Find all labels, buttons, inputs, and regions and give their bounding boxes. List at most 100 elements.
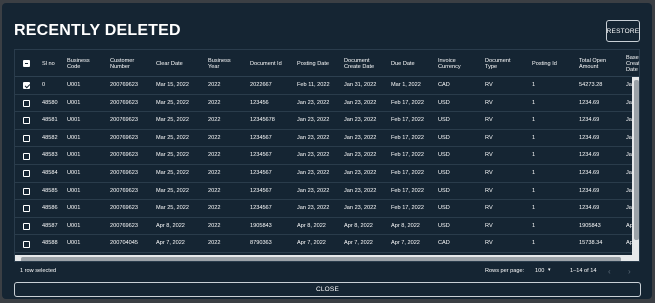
vertical-scrollbar[interactable] — [632, 77, 639, 261]
cell-document-id: 1234567 — [250, 134, 272, 141]
table-row[interactable]: 48588 U001 200704045 Apr 7, 2022 2022 8790363… — [15, 235, 639, 253]
horizontal-scrollbar[interactable] — [15, 255, 632, 261]
cell-customer-number: 200769623 — [110, 99, 138, 106]
cell-business-code: U001 — [67, 99, 81, 106]
cell-clear-date: Mar 25, 2022 — [156, 117, 189, 124]
chevron-left-icon[interactable]: ‹ — [608, 267, 611, 276]
cell-document-create-date: Jan 23, 2022 — [344, 187, 377, 194]
cell-sl-no: 48582 — [42, 134, 58, 141]
cell-document-id: 1234567 — [250, 187, 272, 194]
cell-customer-number: 200769623 — [110, 170, 138, 176]
cell-clear-date: Mar 15, 2022 — [156, 82, 189, 88]
row-checkbox[interactable] — [23, 240, 30, 248]
col-document-create-date-header[interactable]: Document Create Date — [344, 50, 374, 77]
cell-business-year: 2022 — [208, 99, 221, 106]
cell-total-open-amount: 1234.69 — [579, 205, 600, 212]
rows-per-page-select[interactable]: 100 — [535, 268, 544, 274]
cell-due-date: Feb 17, 2022 — [391, 152, 424, 159]
cell-total-open-amount: 1234.69 — [579, 134, 600, 141]
cell-total-open-amount: 1234.69 — [579, 99, 600, 106]
col-business-code-header[interactable]: Business Code — [67, 50, 90, 77]
cell-document-type: RV — [485, 222, 493, 229]
table-row[interactable]: 48587 U001 200769623 Apr 8, 2022 2022 1905843… — [15, 218, 639, 236]
cell-posting-date: Jan 23, 2022 — [297, 99, 330, 106]
rows-per-page-label: Rows per page: — [485, 268, 525, 274]
row-checkbox[interactable] — [23, 223, 30, 231]
row-checkbox[interactable] — [23, 135, 30, 143]
row-checkbox[interactable] — [23, 205, 30, 213]
restore-button[interactable]: RESTORE — [606, 20, 640, 42]
cell-posting-date: Jan 23, 2022 — [297, 134, 330, 141]
cell-invoice-currency: USD — [438, 187, 450, 194]
col-posting-id-header[interactable]: Posting Id — [532, 50, 557, 77]
row-checkbox[interactable] — [23, 117, 30, 125]
table-row[interactable]: 48582 U001 200769623 Mar 25, 2022 2022 123456… — [15, 130, 639, 148]
row-checkbox[interactable] — [23, 82, 30, 90]
col-document-id-header[interactable]: Document Id — [250, 50, 282, 77]
cell-customer-number: 200769623 — [110, 82, 138, 88]
cell-posting-id: 1 — [532, 170, 536, 176]
cell-posting-date: Feb 11, 2022 — [297, 82, 330, 88]
vertical-scroll-thumb[interactable] — [633, 80, 639, 240]
dialog-title: RECENTLY DELETED — [14, 22, 181, 39]
col-customer-number-header[interactable]: Customer Number — [110, 50, 134, 77]
cell-posting-date: Jan 23, 2022 — [297, 187, 330, 194]
cell-invoice-currency: CAD — [438, 82, 450, 88]
table-row[interactable]: 48580 U001 200769623 Mar 25, 2022 2022 123456… — [15, 95, 639, 113]
cell-document-id: 1234567 — [250, 170, 272, 176]
col-due-date-header[interactable]: Due Date — [391, 50, 415, 77]
cell-business-code: U001 — [67, 82, 81, 88]
table-row[interactable]: 0 U001 200769623 Mar 15, 2022 2022 2022667 Feb… — [15, 77, 639, 95]
cell-due-date: Apr 8, 2022 — [391, 222, 420, 229]
cell-due-date: Apr 7, 2022 — [391, 240, 420, 247]
col-posting-date-header[interactable]: Posting Date — [297, 50, 329, 77]
cell-sl-no: 0 — [42, 82, 46, 88]
row-checkbox[interactable] — [23, 99, 30, 107]
row-checkbox[interactable] — [23, 187, 30, 195]
cell-document-id: 1234567 — [250, 205, 272, 212]
cell-business-code: U001 — [67, 117, 81, 124]
cell-document-id: 1234567 — [250, 152, 272, 159]
cell-customer-number: 200769623 — [110, 134, 138, 141]
table-row[interactable]: 48585 U001 200769623 Mar 25, 2022 2022 123456… — [15, 183, 639, 201]
row-checkbox[interactable] — [23, 152, 30, 160]
cell-document-id: 1905843 — [250, 222, 272, 229]
cell-posting-date: Jan 23, 2022 — [297, 205, 330, 212]
cell-document-type: RV — [485, 187, 493, 194]
chevron-right-icon[interactable]: › — [628, 267, 631, 276]
cell-clear-date: Apr 8, 2022 — [156, 222, 185, 229]
cell-posting-id: 1 — [532, 134, 536, 141]
cell-due-date: Feb 17, 2022 — [391, 117, 424, 124]
cell-clear-date: Mar 25, 2022 — [156, 187, 189, 194]
cell-due-date: Feb 17, 2022 — [391, 170, 424, 176]
cell-clear-date: Mar 25, 2022 — [156, 170, 189, 176]
cell-posting-date: Jan 23, 2022 — [297, 117, 330, 124]
cell-customer-number: 200769623 — [110, 187, 138, 194]
cell-sl-no: 48588 — [42, 240, 58, 247]
col-business-year-header[interactable]: Business Year — [208, 50, 231, 77]
col-invoice-currency-header[interactable]: Invoice Currency — [438, 50, 461, 77]
table-row[interactable]: 48583 U001 200769623 Mar 25, 2022 2022 123456… — [15, 147, 639, 165]
cell-due-date: Feb 17, 2022 — [391, 187, 424, 194]
cell-document-create-date: Jan 23, 2022 — [344, 117, 377, 124]
cell-invoice-currency: USD — [438, 222, 450, 229]
col-total-open-amount-header[interactable]: Total Open Amount — [579, 50, 606, 77]
cell-document-create-date: Jan 23, 2022 — [344, 170, 377, 176]
table-row[interactable]: 48586 U001 200769623 Mar 25, 2022 2022 123456… — [15, 200, 639, 218]
table-row[interactable]: 48584 U001 200769623 Mar 25, 2022 2022 123456… — [15, 165, 639, 183]
row-checkbox[interactable] — [23, 170, 30, 178]
select-all-checkbox[interactable] — [23, 60, 30, 67]
col-baseline-create-date-header[interactable]: Baseline Create Date — [626, 50, 639, 77]
close-button[interactable]: CLOSE — [14, 282, 641, 297]
cell-due-date: Feb 17, 2022 — [391, 99, 424, 106]
horizontal-scroll-thumb[interactable] — [21, 256, 621, 261]
cell-posting-id: 1 — [532, 205, 536, 212]
cell-document-create-date: Jan 31, 2022 — [344, 82, 377, 88]
col-document-type-header[interactable]: Document Type — [485, 50, 511, 77]
cell-document-create-date: Jan 23, 2022 — [344, 205, 377, 212]
col-clear-date-header[interactable]: Clear Date — [156, 50, 183, 77]
cell-business-year: 2022 — [208, 170, 221, 176]
table-row[interactable]: 48581 U001 200769623 Mar 25, 2022 2022 123456… — [15, 112, 639, 130]
cell-customer-number: 200769623 — [110, 222, 138, 229]
col-sl-no-header[interactable]: Sl no — [42, 50, 55, 77]
